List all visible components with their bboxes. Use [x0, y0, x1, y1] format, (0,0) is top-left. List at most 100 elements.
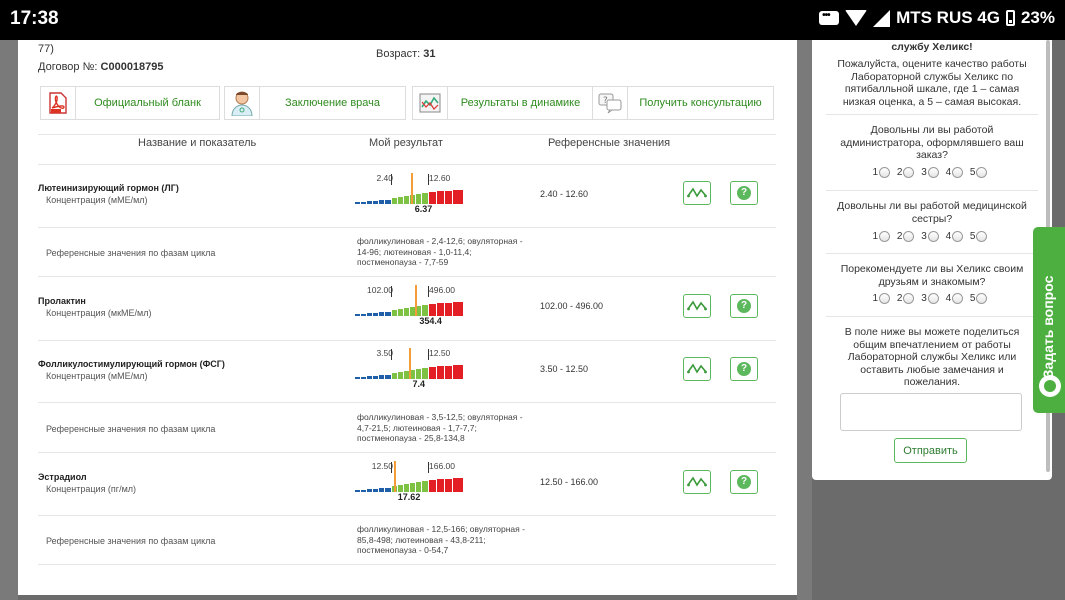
meter-segment — [404, 484, 409, 492]
rating-radio[interactable] — [976, 293, 988, 304]
meter-segment — [437, 191, 444, 204]
divider — [38, 515, 776, 516]
meter-segment — [367, 313, 372, 316]
info-button[interactable]: ? — [730, 357, 758, 381]
meter-high-label: 12.60 — [429, 173, 451, 183]
rating-radio[interactable] — [903, 167, 915, 178]
feedback-textarea[interactable] — [840, 393, 1022, 431]
rating-radio[interactable] — [952, 293, 964, 304]
rating-value: 2 — [896, 231, 903, 243]
column-result: Мой результат — [369, 137, 443, 149]
rating-radio[interactable] — [879, 231, 891, 242]
survey-question: Порекомендуете ли вы Хеликс своим друзья… — [840, 263, 1024, 288]
official-form-button[interactable]: Официальный бланк — [40, 86, 220, 120]
message-icon — [819, 10, 840, 25]
meter-segment — [422, 193, 428, 204]
battery-icon — [1005, 10, 1015, 26]
meter-segment — [422, 368, 428, 379]
trend-icon — [687, 363, 707, 374]
phase-reference-text: фолликулиновая - 12,5-166; овуляторная -… — [357, 524, 525, 555]
rating-radio[interactable] — [927, 167, 939, 178]
meter-segment — [361, 314, 366, 316]
rating-value: 2 — [896, 293, 903, 305]
divider — [38, 402, 776, 403]
contract-number: С000018795 — [100, 61, 164, 73]
rating-radio[interactable] — [927, 231, 939, 242]
ask-question-tab[interactable]: Задать вопрос — [1033, 227, 1065, 413]
dynamics-label: Результаты в динамике — [460, 97, 581, 109]
meter-segment — [379, 488, 384, 492]
meter-segment — [373, 376, 378, 379]
meter-segment — [392, 198, 397, 204]
dynamics-chart-button[interactable] — [683, 294, 711, 318]
meter-segment — [367, 376, 372, 379]
rating-radio[interactable] — [879, 167, 891, 178]
meter-segment — [398, 309, 403, 316]
rating-radio[interactable] — [976, 167, 988, 178]
test-name: Эстрадиол — [38, 472, 87, 482]
rating-radio[interactable] — [879, 293, 891, 304]
carrier-label: MTS RUS 4G — [896, 8, 1000, 27]
meter-segment — [379, 312, 384, 316]
rating-value: 3 — [921, 167, 927, 179]
test-name: Пролактин — [38, 296, 86, 306]
info-button[interactable]: ? — [730, 181, 758, 205]
info-button[interactable]: ? — [730, 294, 758, 318]
reference-range: 12.50 - 166.00 — [540, 477, 599, 487]
meter-segment — [392, 310, 397, 316]
info-button[interactable]: ? — [730, 470, 758, 494]
doctor-conclusion-button[interactable]: Заключение врача — [224, 86, 406, 120]
chart-icon — [413, 87, 448, 119]
meter-high-tick — [428, 349, 429, 360]
dynamics-chart-button[interactable] — [683, 470, 711, 494]
divider — [38, 134, 776, 135]
meter-segment — [398, 485, 403, 492]
rating-radio[interactable] — [952, 231, 964, 242]
clock: 17:38 — [10, 8, 59, 29]
meter-segment — [437, 303, 444, 316]
meter-segment — [373, 489, 378, 492]
rating-radio[interactable] — [927, 293, 939, 304]
send-button[interactable]: Отправить — [894, 438, 967, 463]
meter-segment — [355, 202, 360, 204]
phase-reference-label: Референсные значения по фазам цикла — [46, 536, 216, 546]
test-name: Лютеинизирующий гормон (ЛГ) — [38, 183, 179, 193]
rating-value: 3 — [921, 231, 927, 243]
meter-segment — [445, 366, 452, 379]
age-info: Возраст: 31 — [376, 48, 436, 60]
divider — [826, 190, 1038, 191]
rating-radio[interactable] — [903, 293, 915, 304]
survey-intro: Пожалуйста, оцените качество работы Лабо… — [837, 58, 1027, 108]
meter-segment — [429, 192, 436, 204]
consultation-button[interactable]: ? Получить консультацию — [592, 86, 774, 120]
divider — [38, 276, 776, 277]
meter-segment — [445, 303, 452, 316]
phase-reference-text: фолликулиновая - 2,4-12,6; овуляторная -… — [357, 236, 523, 267]
contract-info: Договор №: С000018795 — [38, 61, 164, 73]
meter-low-tick — [391, 462, 392, 473]
meter-segment — [385, 488, 391, 492]
result-meter: 3.50 12.50 7.4 — [355, 348, 465, 389]
dynamics-chart-button[interactable] — [683, 357, 711, 381]
rating-radio[interactable] — [976, 231, 988, 242]
meter-segment — [437, 366, 444, 379]
rating-radio[interactable] — [903, 231, 915, 242]
meter-segment — [404, 308, 409, 316]
dynamics-button[interactable]: Результаты в динамике — [412, 86, 594, 120]
age-label: Возраст: — [376, 48, 421, 60]
meter-high-label: 166.00 — [429, 461, 455, 471]
meter-pointer — [410, 173, 413, 204]
dynamics-chart-button[interactable] — [683, 181, 711, 205]
meter-segment — [385, 375, 391, 379]
meter-segment — [373, 313, 378, 316]
rating-group: 1 2 3 4 5 — [812, 293, 1052, 304]
meter-segment — [398, 372, 403, 379]
meter-value: 7.4 — [412, 379, 426, 389]
divider — [38, 227, 776, 228]
meter-high-tick — [428, 286, 429, 297]
test-unit: Концентрация (мМЕ/мл) — [46, 195, 148, 205]
divider — [826, 316, 1038, 317]
status-bar: 17:38 MTS RUS 4G 23% — [0, 0, 1065, 40]
meter-segment — [422, 305, 428, 316]
rating-radio[interactable] — [952, 167, 964, 178]
